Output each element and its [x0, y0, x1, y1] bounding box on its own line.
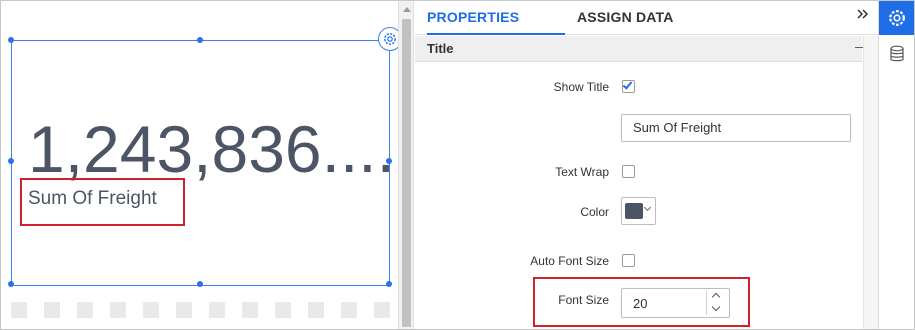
grid-cell [143, 302, 159, 318]
resize-handle-sw[interactable] [8, 281, 14, 287]
auto-font-size-label: Auto Font Size [530, 254, 609, 268]
kpi-widget[interactable]: 1,243,836.... Sum Of Freight [11, 40, 395, 286]
resize-handle-se[interactable] [386, 281, 392, 287]
icon-rail [878, 1, 914, 329]
gear-icon [384, 33, 396, 45]
show-title-label: Show Title [553, 80, 609, 94]
grid-cell [341, 302, 357, 318]
panel-scrollbar[interactable] [863, 36, 878, 329]
section-header-title[interactable]: Title — [415, 36, 869, 62]
dashboard-canvas[interactable]: 1,243,836.... Sum Of Freight [1, 1, 398, 329]
grid-cell [11, 302, 27, 318]
rail-properties-button[interactable] [879, 1, 914, 35]
grid-cell [77, 302, 93, 318]
canvas-row-placeholder [11, 302, 390, 318]
gear-icon [888, 10, 905, 26]
text-wrap-checkbox[interactable] [622, 165, 635, 178]
collapse-panel-icon[interactable] [856, 7, 870, 26]
resize-handle-s[interactable] [197, 281, 203, 287]
checkmark-icon [622, 79, 633, 90]
grid-cell [176, 302, 192, 318]
tab-assign-data[interactable]: ASSIGN DATA [577, 1, 674, 35]
color-picker[interactable] [621, 197, 656, 225]
section-title: Title [427, 41, 454, 56]
show-title-checkbox[interactable] [622, 79, 635, 93]
resize-handle-nw[interactable] [8, 37, 14, 43]
grid-cell [242, 302, 258, 318]
chevron-down-icon [643, 203, 652, 212]
resize-handle-w[interactable] [8, 158, 14, 164]
grid-cell [374, 302, 390, 318]
resize-handle-e[interactable] [386, 158, 392, 164]
resize-handle-n[interactable] [197, 37, 203, 43]
panel-tabs: PROPERTIES ASSIGN DATA [415, 1, 878, 35]
scroll-up-arrow-icon[interactable] [403, 7, 411, 12]
widget-settings-button[interactable] [378, 27, 398, 51]
color-swatch [625, 203, 643, 219]
grid-cell [110, 302, 126, 318]
auto-font-size-checkbox[interactable] [622, 254, 635, 267]
properties-panel: PROPERTIES ASSIGN DATA Title — Show Titl… [415, 1, 878, 329]
kpi-value: 1,243,836.... [28, 112, 395, 186]
grid-cell [44, 302, 60, 318]
grid-cell [275, 302, 291, 318]
tab-properties[interactable]: PROPERTIES [427, 1, 565, 35]
database-icon [889, 45, 904, 62]
text-wrap-label: Text Wrap [555, 165, 609, 179]
title-highlight-box [20, 178, 185, 226]
grid-cell [209, 302, 225, 318]
color-label: Color [580, 205, 609, 219]
title-text-input[interactable]: Sum Of Freight [621, 114, 851, 142]
grid-cell [308, 302, 324, 318]
rail-data-button[interactable] [879, 37, 914, 71]
font-size-highlight-box [533, 277, 750, 327]
canvas-scrollbar[interactable] [398, 1, 414, 329]
scrollbar-thumb[interactable] [402, 19, 411, 327]
